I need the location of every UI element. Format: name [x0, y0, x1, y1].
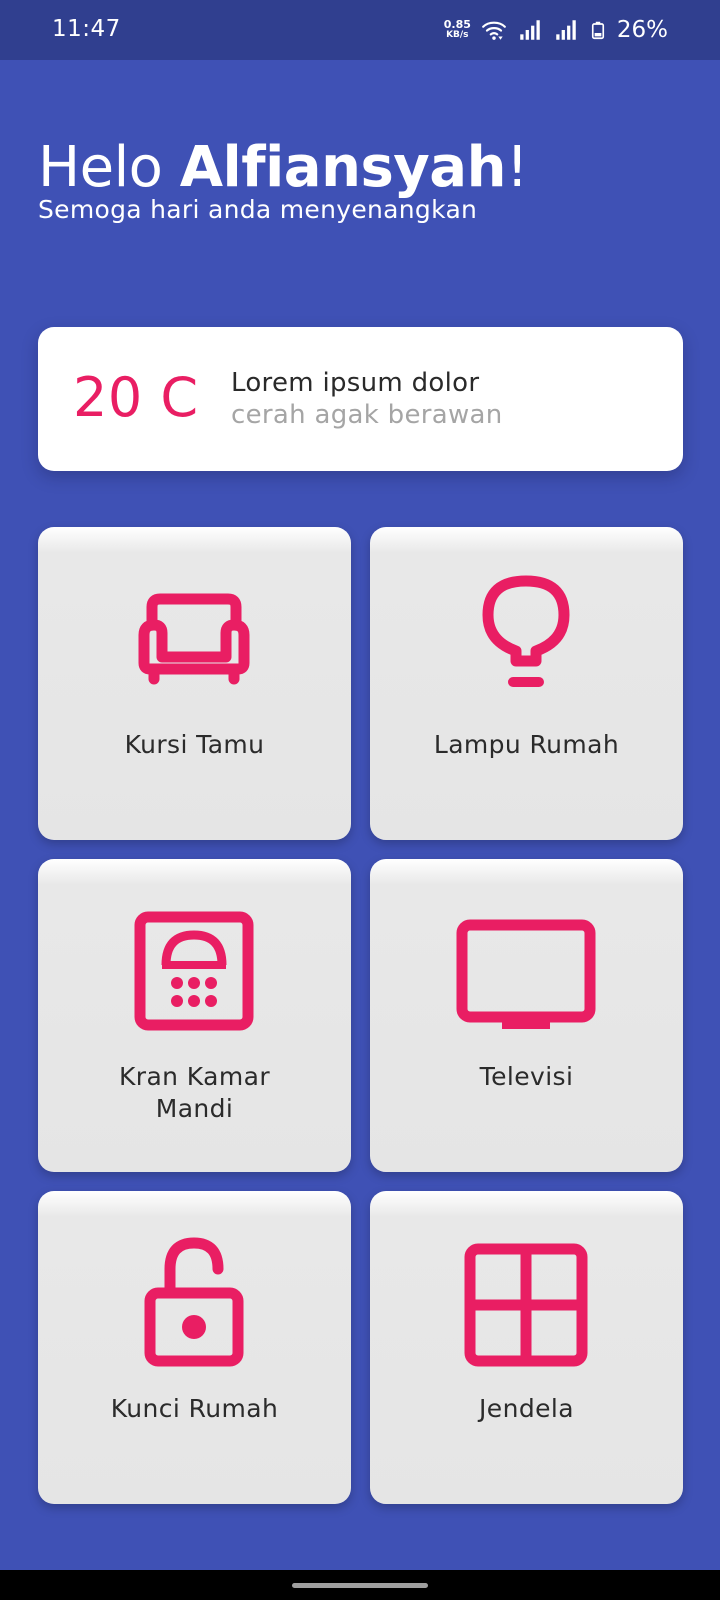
network-speed-unit: KB/s: [446, 30, 469, 40]
device-label: Televisi: [479, 1062, 574, 1091]
device-tile-jendela[interactable]: Jendela: [370, 1191, 683, 1504]
device-label: Kunci Rumah: [110, 1394, 279, 1423]
greeting-subtitle: Semoga hari anda menyenangkan: [38, 195, 478, 224]
device-grid: Kursi Tamu Lampu Rumah Kran Kamar Mandi: [38, 527, 683, 1504]
temperature: 20 C: [73, 366, 199, 429]
status-bar: 11:47 0.85 KB/s 26%: [0, 0, 720, 60]
device-label: Kursi Tamu: [124, 730, 265, 759]
device-label: Jendela: [479, 1394, 574, 1423]
window-icon: [464, 1243, 588, 1367]
sofa-icon: [138, 593, 250, 685]
greeting-hello: Helo: [38, 135, 163, 200]
weather-card: 20 C Lorem ipsum dolor cerah agak berawa…: [38, 327, 683, 471]
wifi-icon: [481, 21, 506, 40]
user-name: Alfiansyah: [179, 135, 507, 200]
shower-icon: [134, 911, 254, 1031]
tv-icon: [456, 919, 596, 1029]
status-time: 11:47: [52, 16, 121, 42]
device-tile-kursi-tamu[interactable]: Kursi Tamu: [38, 527, 351, 840]
weather-description: cerah agak berawan: [231, 400, 503, 430]
battery-icon: [591, 21, 604, 40]
status-indicators: 0.85 KB/s 26%: [444, 14, 668, 46]
device-tile-lampu-rumah[interactable]: Lampu Rumah: [370, 527, 683, 840]
unlock-icon: [144, 1237, 244, 1367]
signal-icon-2: [556, 20, 576, 40]
device-label: Kran Kamar Mandi: [118, 1062, 270, 1123]
weather-title: Lorem ipsum dolor: [231, 368, 480, 398]
device-tile-kran-kamar-mandi[interactable]: Kran Kamar Mandi: [38, 859, 351, 1172]
lightbulb-icon: [482, 575, 570, 687]
greeting: Helo Alfiansyah! Semoga hari anda menyen…: [38, 136, 528, 226]
home-gesture-handle[interactable]: [292, 1583, 428, 1588]
navigation-bar: [0, 1570, 720, 1600]
network-speed: 0.85 KB/s: [444, 19, 471, 41]
weather-info: Lorem ipsum dolor cerah agak berawan: [231, 367, 503, 431]
greeting-exclaim: !: [505, 135, 528, 200]
battery-percent: 26%: [616, 17, 668, 43]
device-tile-kunci-rumah[interactable]: Kunci Rumah: [38, 1191, 351, 1504]
network-speed-value: 0.85: [443, 18, 471, 31]
greeting-title: Helo Alfiansyah!: [38, 136, 528, 200]
signal-icon-1: [520, 20, 540, 40]
device-tile-televisi[interactable]: Televisi: [370, 859, 683, 1172]
device-label: Lampu Rumah: [433, 730, 620, 759]
